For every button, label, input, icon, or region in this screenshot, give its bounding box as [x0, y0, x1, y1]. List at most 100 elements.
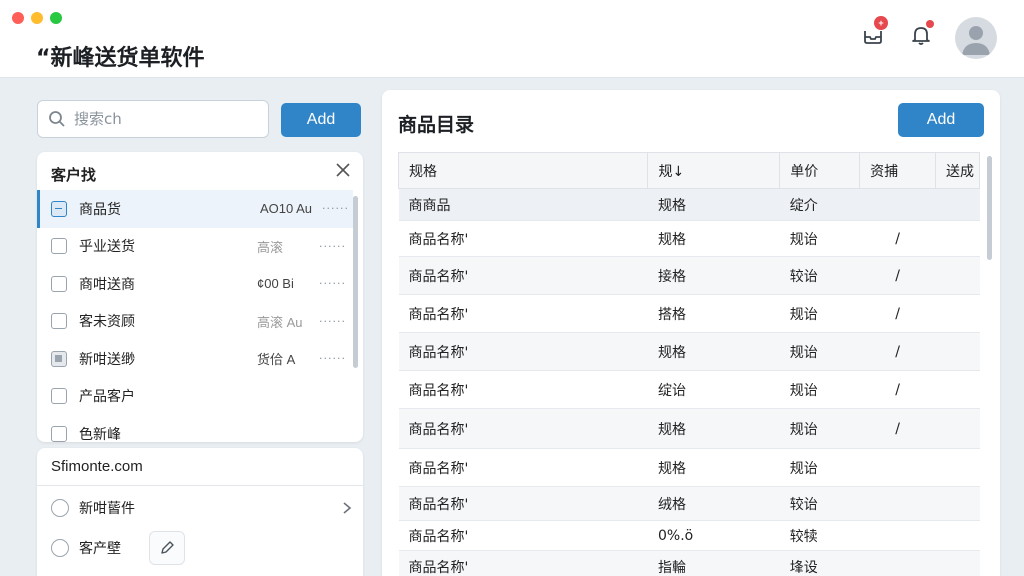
close-icon[interactable]: [335, 162, 351, 178]
table-cell: 规格: [647, 332, 780, 371]
column-header[interactable]: 资捕: [859, 152, 937, 189]
search-box[interactable]: [37, 100, 269, 138]
checkbox[interactable]: [51, 313, 67, 330]
table-cell: [935, 408, 980, 449]
table-row[interactable]: 商品名称' 搭格 规诒 /: [398, 294, 980, 333]
list-item[interactable]: 色新峰: [37, 415, 353, 453]
minimize-window-button[interactable]: [31, 12, 43, 24]
inbox-button[interactable]: +: [860, 16, 888, 48]
column-header[interactable]: 规格: [397, 152, 649, 189]
zoom-window-button[interactable]: [50, 12, 62, 24]
customer-list-scrollbar[interactable]: [353, 196, 358, 368]
table-cell: 规格: [647, 220, 780, 257]
column-header[interactable]: 规↓: [647, 152, 781, 189]
table-cell: 规诒: [779, 448, 860, 487]
list-item-label: 乎业送货: [79, 239, 135, 256]
table-row[interactable]: 商品名称' 绒格 较诒: [398, 486, 980, 521]
table-cell: 指輪: [647, 550, 780, 576]
table-cell: /: [859, 332, 936, 371]
table-cell: 商品名称': [398, 448, 648, 487]
site-row[interactable]: 新咁蒈件: [37, 490, 363, 526]
table-cell: [935, 188, 980, 221]
list-item-code: 高滚 Au: [257, 314, 303, 330]
table-row[interactable]: 商商品 规格 绽介: [398, 188, 980, 221]
table-cell: [859, 486, 936, 521]
table-row[interactable]: 商品名称' 接格 较诒 /: [398, 256, 980, 295]
table-cell: 0%.ö: [647, 520, 780, 551]
table-cell: 较诒: [779, 256, 860, 295]
list-item-code: AO10 Au: [260, 201, 313, 217]
table-cell: /: [859, 256, 936, 295]
table-cell: 规诒: [779, 220, 860, 257]
site-row[interactable]: 客产壁: [37, 530, 363, 566]
checkbox[interactable]: [51, 350, 67, 367]
table-cell: [935, 220, 980, 257]
column-header[interactable]: 单价: [779, 152, 861, 189]
table-row[interactable]: 商品名称' 规格 规诒 /: [398, 220, 980, 257]
list-item-code: 货佮 A: [257, 352, 296, 368]
table-cell: /: [859, 220, 936, 257]
table-cell: 绒格: [647, 486, 780, 521]
checkbox[interactable]: [51, 388, 67, 405]
list-item-code: 高滚: [257, 239, 284, 255]
table-row[interactable]: 商品名称' 0%.ö 较犊: [398, 520, 980, 551]
table-cell: [859, 520, 936, 551]
table-cell: 接格: [647, 256, 780, 295]
more-options-icon[interactable]: ······: [319, 315, 346, 328]
chevron-right-icon[interactable]: [341, 501, 353, 515]
more-options-icon[interactable]: ······: [319, 240, 346, 253]
list-item-label: 产品客户: [79, 389, 135, 406]
list-item-label: 商咁送商: [79, 276, 135, 293]
more-options-icon[interactable]: ······: [322, 202, 349, 215]
radio-button[interactable]: [51, 499, 69, 517]
list-item[interactable]: 乎业送货 高滚 ······: [37, 228, 353, 266]
list-item-code: ¢00 Bi: [257, 276, 294, 292]
add-customer-button[interactable]: Add: [281, 103, 361, 137]
table-cell: 绽介: [779, 188, 860, 221]
table-cell: [935, 332, 980, 371]
close-window-button[interactable]: [12, 12, 24, 24]
list-item[interactable]: 新咁送缈 货佮 A ······: [37, 340, 353, 378]
table-cell: 规诒: [779, 370, 860, 409]
radio-button[interactable]: [51, 539, 69, 557]
table-cell: [935, 550, 980, 576]
table-cell: [859, 448, 936, 487]
table-cell: 埄设: [779, 550, 860, 576]
inbox-badge: +: [874, 16, 888, 30]
table-row[interactable]: 商品名称' 规格 规诒 /: [398, 408, 980, 449]
checkbox[interactable]: [51, 425, 67, 442]
edit-icon: [161, 541, 174, 554]
edit-button[interactable]: [149, 531, 185, 565]
table-cell: 较犊: [779, 520, 860, 551]
table-cell: /: [859, 408, 936, 449]
checkbox[interactable]: [51, 275, 67, 292]
avatar[interactable]: [955, 17, 997, 59]
checkbox[interactable]: [51, 238, 67, 255]
column-header[interactable]: 送成: [935, 152, 980, 189]
search-input[interactable]: [74, 110, 254, 128]
notification-dot: [926, 20, 934, 28]
table-cell: 规格: [647, 408, 780, 449]
list-item[interactable]: 商咁送商 ¢00 Bi ······: [37, 265, 353, 303]
table-row[interactable]: 商品名称' 规格 规诒 /: [398, 332, 980, 371]
list-item[interactable]: 客未资顾 高滚 Au ······: [37, 303, 353, 341]
table-row[interactable]: 商品名称' 绽诒 规诒 /: [398, 370, 980, 409]
add-product-button[interactable]: Add: [898, 103, 984, 137]
list-item-label: 色新峰: [79, 426, 121, 443]
more-options-icon[interactable]: ······: [319, 277, 346, 290]
list-item-label: 商品货: [79, 201, 121, 218]
table-row[interactable]: 商品名称' 指輪 埄设: [398, 550, 980, 576]
table-cell: 商品名称': [398, 220, 648, 257]
more-options-icon[interactable]: ······: [319, 352, 346, 365]
catalog-scrollbar[interactable]: [987, 156, 992, 260]
table-row[interactable]: 商品名称' 规格 规诒: [398, 448, 980, 487]
list-item[interactable]: 商品货 AO10 Au ······: [37, 190, 353, 228]
customer-list: 商品货 AO10 Au ······ 乎业送货 高滚 ······ 商咁送商 ¢00 Bi ··…: [37, 190, 353, 453]
checkbox[interactable]: [51, 200, 67, 217]
table-cell: [935, 370, 980, 409]
window-controls: [12, 12, 62, 24]
notifications-button[interactable]: [908, 20, 934, 48]
list-item[interactable]: 产品客户: [37, 378, 353, 416]
table-cell: 商品名称': [398, 408, 648, 449]
site-row-label: 客产壁: [79, 541, 121, 557]
